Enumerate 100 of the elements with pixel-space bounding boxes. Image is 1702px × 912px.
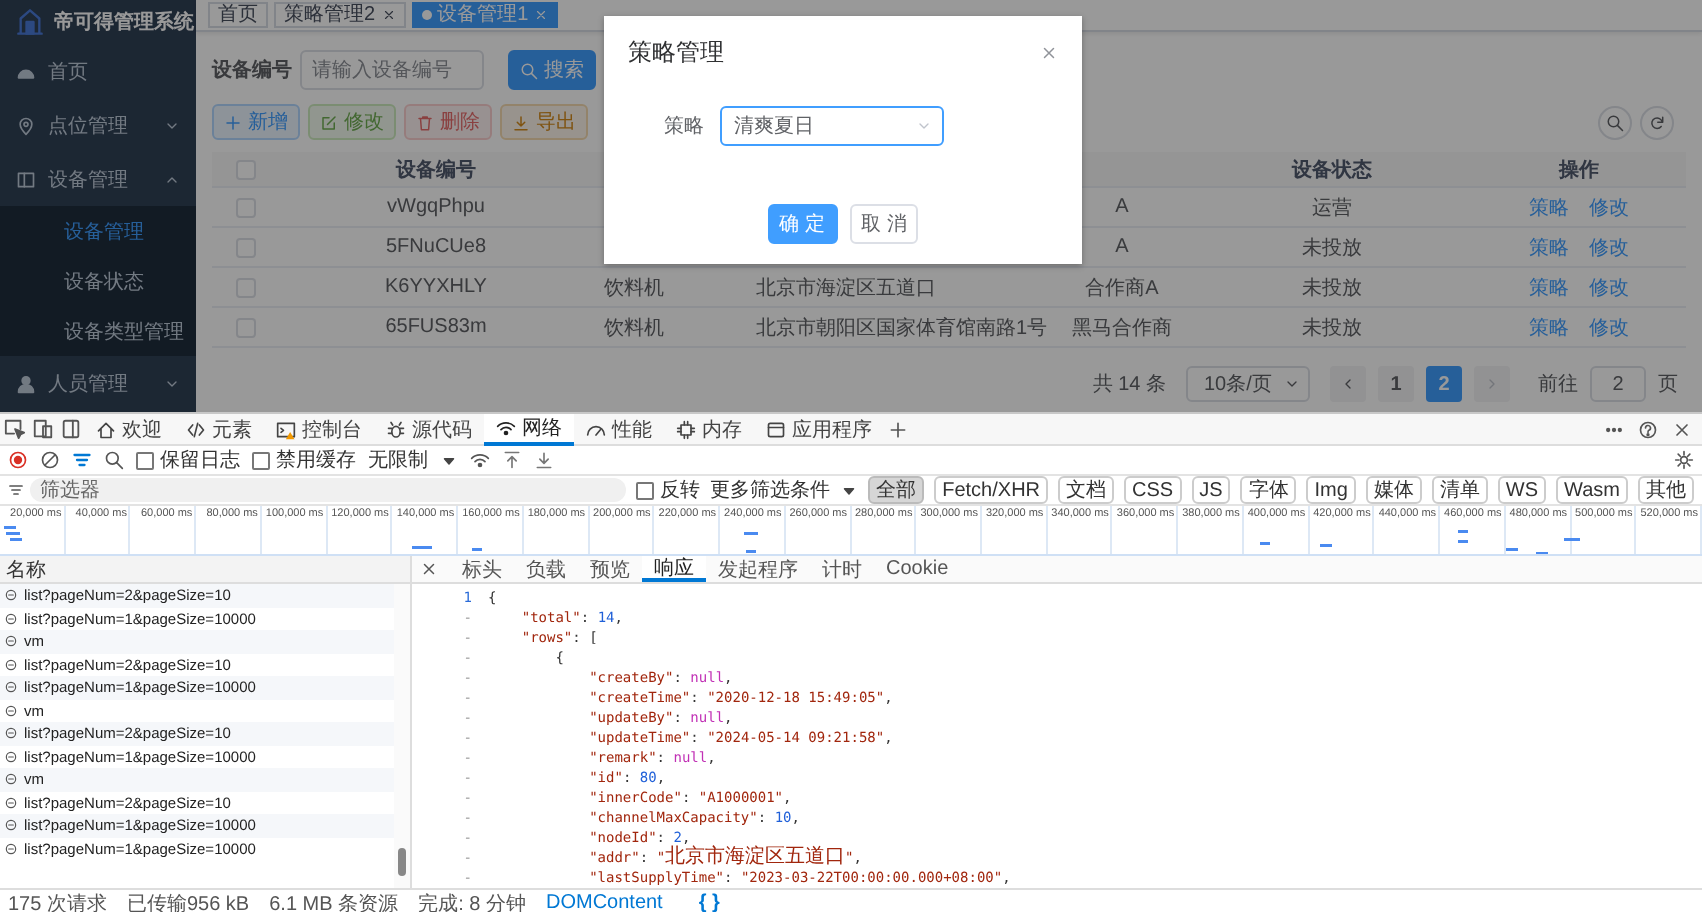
type-filter-chip[interactable]: Img: [1306, 476, 1356, 504]
trash-icon: [416, 113, 434, 131]
request-icon: [4, 634, 18, 649]
checkbox[interactable]: [136, 451, 154, 469]
search-field[interactable]: 请输入设备编号: [300, 50, 484, 90]
column-header: 设备编号: [396, 157, 476, 183]
download-icon: [512, 113, 530, 131]
close-icon[interactable]: [381, 8, 396, 22]
device-code: K6YYXHLY: [385, 276, 487, 298]
detail-tab[interactable]: Cookie: [874, 556, 961, 582]
settings-icon[interactable]: [1674, 450, 1694, 470]
refresh-icon: [1648, 113, 1666, 131]
devtools-tab[interactable]: 欢迎: [84, 413, 174, 445]
logo-icon: [16, 8, 44, 36]
checkbox-label: 反转: [660, 478, 701, 504]
chevron-right-icon: [1484, 376, 1500, 392]
request-icon: [4, 795, 18, 810]
request-icon: [4, 680, 18, 695]
device-code: vWgqPhpu: [387, 196, 485, 218]
device-icon[interactable]: [31, 418, 53, 440]
strategy-select[interactable]: 清爽夏日: [720, 106, 944, 146]
help-icon[interactable]: [1638, 419, 1658, 439]
page-size-select[interactable]: 10条/页: [1186, 366, 1310, 402]
devtools-tab[interactable]: 控制台: [264, 413, 374, 445]
chevron-down-icon: [916, 118, 932, 134]
total-count: 共 14 条: [1092, 371, 1166, 398]
filter-field[interactable]: 筛选器: [30, 478, 627, 502]
submenu-item[interactable]: 设备状态: [0, 256, 196, 306]
dock-icon[interactable]: [59, 418, 81, 440]
more-filters-select[interactable]: 更多筛选条件: [710, 476, 831, 504]
search-icon[interactable]: [104, 450, 124, 470]
devtools-tab[interactable]: 网络: [484, 413, 574, 445]
type-filter-chip[interactable]: 媒体: [1365, 476, 1422, 504]
filter-icon[interactable]: [72, 450, 92, 470]
chevron-left-icon: [1340, 376, 1356, 392]
download-icon[interactable]: [534, 450, 554, 470]
sidebar-item[interactable]: 点位管理: [0, 98, 196, 152]
sidebar-item[interactable]: 设备管理: [0, 152, 196, 206]
device-code: 65FUS83m: [385, 316, 487, 338]
request-icon: [4, 772, 18, 787]
request-icon: [4, 657, 18, 672]
type-filter-chip[interactable]: JS: [1191, 476, 1231, 504]
detail-tab[interactable]: 响应: [642, 556, 706, 582]
devtools-tab[interactable]: 性能: [574, 413, 664, 445]
checkbox[interactable]: [252, 451, 270, 469]
devtools-tab[interactable]: 内存: [664, 413, 754, 445]
request-icon: [4, 749, 18, 764]
type-filter-chip[interactable]: 清单: [1431, 476, 1488, 504]
detail-tab[interactable]: 计时: [810, 556, 874, 582]
device-status: 运营: [1312, 195, 1352, 221]
close-icon[interactable]: [1672, 419, 1692, 439]
devtools-tab[interactable]: 元素: [174, 413, 264, 445]
type-filter-chip[interactable]: 全部: [868, 476, 925, 504]
cancel-button[interactable]: 取 消: [849, 204, 919, 244]
panel-icon: [16, 169, 36, 189]
page-input[interactable]: 2: [1590, 366, 1646, 402]
detail-tab[interactable]: 负载: [514, 556, 578, 582]
format-button[interactable]: { }: [698, 892, 720, 912]
type-filter-chip[interactable]: Fetch/XHR: [934, 476, 1049, 504]
throttling-select[interactable]: 无限制: [368, 446, 428, 474]
detail-tab[interactable]: 标头: [450, 556, 514, 582]
type-filter-chip[interactable]: CSS: [1124, 476, 1182, 504]
wifi-icon[interactable]: [470, 450, 490, 470]
checkbox[interactable]: [636, 481, 655, 499]
submenu-item[interactable]: 设备类型管理: [0, 306, 196, 356]
search-button[interactable]: [1598, 105, 1632, 139]
field-label: 设备编号: [212, 57, 292, 84]
page-tab[interactable]: 首页: [208, 2, 268, 28]
type-filter-chip[interactable]: Wasm: [1556, 476, 1628, 504]
detail-tab[interactable]: 发起程序: [706, 556, 810, 582]
device-address: 北京市朝阳区国家体育馆南路1号: [756, 315, 1048, 341]
column-header: 名称: [0, 556, 410, 584]
type-filter-chip[interactable]: 文档: [1058, 476, 1115, 504]
refresh-button[interactable]: [1640, 105, 1674, 139]
app-title: 帝可得管理系统: [54, 8, 194, 36]
plus-icon[interactable]: [888, 419, 908, 439]
type-filter-chip[interactable]: WS: [1497, 476, 1547, 504]
edit-icon: [320, 113, 338, 131]
page-button[interactable]: 1: [1378, 366, 1414, 402]
close-icon[interactable]: [420, 560, 438, 578]
type-filter-chip[interactable]: 其他: [1638, 476, 1694, 504]
close-icon[interactable]: [1040, 44, 1058, 62]
goto-label: 前往: [1538, 371, 1578, 398]
record-icon[interactable]: [8, 450, 28, 470]
inspect-icon[interactable]: [3, 418, 25, 440]
field-label: 策略: [664, 114, 704, 140]
detail-tab[interactable]: 预览: [578, 556, 642, 582]
chevron-down-icon: [1284, 376, 1300, 392]
page-tab[interactable]: 策略管理2: [274, 2, 406, 28]
devtools-tab[interactable]: 源代码: [374, 413, 484, 445]
device-status: 未投放: [1302, 315, 1362, 341]
devtools-tab[interactable]: 应用程序: [754, 413, 884, 445]
partner-name: A: [1115, 236, 1129, 258]
scroll-thumb[interactable]: [398, 848, 406, 876]
status-text: 6.1 MB 条资源: [269, 891, 399, 912]
request-icon: [4, 841, 18, 856]
clear-icon[interactable]: [40, 450, 60, 470]
type-filter-chip[interactable]: 字体: [1240, 476, 1297, 504]
partner-name: A: [1115, 196, 1129, 218]
upload-icon[interactable]: [502, 450, 522, 470]
